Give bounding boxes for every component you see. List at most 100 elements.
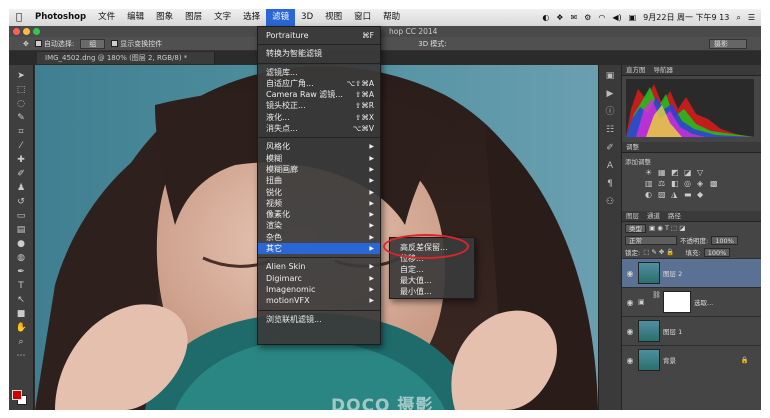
close-icon[interactable] (13, 28, 20, 35)
document-tab[interactable]: IMG_4502.dng @ 180% (图层 2, RGB/8) * (37, 52, 215, 64)
gradient-icon[interactable]: ▤ (16, 225, 27, 236)
eyedropper-icon[interactable]: ⁄ (16, 141, 27, 152)
menu-item-digimarc[interactable]: Digimarc ▶ (258, 273, 380, 284)
menu-image[interactable]: 图象 (150, 9, 179, 26)
zoom-icon[interactable] (33, 28, 40, 35)
tab-adjustments[interactable]: 调整 (626, 142, 639, 152)
eye-icon[interactable]: ◉ (622, 327, 638, 336)
menu-3d[interactable]: 3D (295, 9, 319, 26)
auto-select-label[interactable]: 自动选择: (34, 39, 74, 49)
move-tool-icon[interactable]: ✥ (23, 40, 29, 48)
menu-app[interactable]: Photoshop (29, 9, 92, 26)
menu-item-smart-filter[interactable]: 转换为智能滤镜 (258, 48, 380, 59)
transform-checkbox[interactable] (111, 40, 119, 47)
crop-icon[interactable]: ⌗ (16, 127, 27, 138)
menu-select[interactable]: 选择 (237, 9, 266, 26)
settings-icon[interactable]: ⚙ (584, 13, 591, 22)
transform-controls[interactable]: 显示变换控件 (111, 39, 162, 49)
minimize-icon[interactable] (23, 28, 30, 35)
menu-item-blur-gallery[interactable]: 模糊画廊 ▶ (258, 164, 380, 175)
path-select-icon[interactable]: ↖ (16, 295, 27, 306)
dropbox-icon[interactable]: ❖ (556, 13, 563, 22)
invert-icon[interactable]: ◐ (645, 191, 654, 199)
menu-edit[interactable]: 编辑 (121, 9, 150, 26)
tab-paths[interactable]: 路径 (668, 211, 681, 221)
menu-item-other[interactable]: 其它 ▶ (258, 243, 380, 255)
marquee-icon[interactable]: ⬚ (16, 85, 27, 96)
menu-item-render[interactable]: 渲染 ▶ (258, 220, 380, 231)
filter-icons[interactable]: ▣ ◉ T ⬚ ◪ (649, 224, 685, 232)
menu-item-filter-gallery[interactable]: 滤镜库... (258, 67, 380, 78)
menu-item-blur[interactable]: 模糊 ▶ (258, 153, 380, 164)
mail-icon[interactable]: ✉ (570, 13, 577, 22)
history-brush-icon[interactable]: ↺ (16, 197, 27, 208)
menu-item-vanishing-point[interactable]: 消失点... ⌥⌘V (258, 123, 380, 134)
brightness-icon[interactable]: ☀ (645, 169, 654, 177)
gradient-map-icon[interactable]: ▬ (684, 191, 693, 199)
zoom-tool-icon[interactable]: ⌕ (16, 337, 27, 348)
menu-item-imagenomic[interactable]: Imagenomic ▶ (258, 284, 380, 295)
menu-layer[interactable]: 图层 (179, 9, 208, 26)
submenu-item-custom[interactable]: 自定... (390, 264, 474, 275)
blur-icon[interactable]: ● (16, 239, 27, 250)
levels-icon[interactable]: ▦ (658, 169, 667, 177)
selective-color-icon[interactable]: ◆ (697, 191, 706, 199)
move-icon[interactable]: ➤ (16, 71, 27, 82)
foreground-color-swatch[interactable] (12, 390, 22, 400)
pen-icon[interactable]: ✒ (16, 267, 27, 278)
menu-item-noise[interactable]: 杂色 ▶ (258, 232, 380, 243)
eraser-icon[interactable]: ▭ (16, 211, 27, 222)
menu-item-browse-online[interactable]: 浏览联机滤镜... (258, 314, 380, 325)
color-lookup-icon[interactable]: ▩ (710, 180, 719, 188)
menu-type[interactable]: 文字 (208, 9, 237, 26)
tab-layers[interactable]: 图层 (626, 211, 639, 221)
tab-channels[interactable]: 通道 (647, 211, 660, 221)
menu-item-camera-raw[interactable]: Camera Raw 滤镜... ⇧⌘A (258, 89, 380, 100)
color-balance-icon[interactable]: ⚖ (658, 180, 667, 188)
clone-source-icon[interactable]: ⚇ (606, 197, 614, 207)
bw-icon[interactable]: ◧ (671, 180, 680, 188)
healing-icon[interactable]: ✚ (16, 155, 27, 166)
info-icon[interactable]: ⓘ (605, 107, 614, 117)
blend-mode-select[interactable]: 正常 (625, 235, 677, 245)
eye-icon[interactable]: ◉ (622, 298, 638, 307)
menu-item-video[interactable]: 视频 ▶ (258, 198, 380, 209)
wifi-icon[interactable]: ◠ (598, 13, 605, 22)
menu-view[interactable]: 视图 (319, 9, 348, 26)
hue-icon[interactable]: ▥ (645, 180, 654, 188)
menu-window[interactable]: 窗口 (348, 9, 377, 26)
layer-row[interactable]: ◉ 图层 2 (622, 258, 761, 287)
threshold-icon[interactable]: ◮ (671, 191, 680, 199)
clock[interactable]: 9月22日 周一 下午9 13 (643, 12, 729, 23)
menu-item-stylize[interactable]: 风格化 ▶ (258, 141, 380, 152)
menu-help[interactable]: 帮助 (377, 9, 406, 26)
link-icon[interactable]: ⛓ (652, 291, 661, 313)
tab-navigator[interactable]: 导航器 (654, 65, 674, 75)
menu-item-alien-skin[interactable]: Alien Skin ▶ (258, 261, 380, 272)
character-icon[interactable]: A (607, 161, 613, 171)
layer-row[interactable]: ◉ 图层 1 (622, 316, 761, 345)
photo-filter-icon[interactable]: ◎ (684, 180, 693, 188)
menu-filter[interactable]: 滤镜 (266, 9, 296, 26)
layer-row[interactable]: ◉ 背景 🔒 (622, 345, 761, 374)
dodge-icon[interactable]: ◍ (16, 253, 27, 264)
submenu-item-maximum[interactable]: 最大值... (390, 275, 474, 286)
history-icon[interactable]: ▣ (606, 71, 615, 81)
actions-icon[interactable]: ▶ (607, 89, 614, 99)
submenu-item-minimum[interactable]: 最小值... (390, 286, 474, 297)
menu-list-icon[interactable]: ☰ (748, 13, 755, 22)
lock-icons[interactable]: ⬚ ✎ ✥ 🔒 (643, 248, 674, 256)
vibrance-icon[interactable]: ▽ (697, 169, 706, 177)
shape-icon[interactable]: ■ (16, 309, 27, 320)
input-icon[interactable]: ▣ (629, 13, 637, 22)
lasso-icon[interactable]: ◌ (16, 99, 27, 110)
hand-icon[interactable]: ✋ (16, 323, 27, 334)
opacity-input[interactable]: 100% (711, 235, 738, 245)
layer-kind-select[interactable]: 类型 (625, 223, 646, 233)
eye-icon[interactable]: ◉ (622, 269, 638, 278)
quick-select-icon[interactable]: ✎ (16, 113, 27, 124)
status-icon[interactable]: ◐ (542, 13, 549, 22)
menu-item-pixelate[interactable]: 像素化 ▶ (258, 209, 380, 220)
stamp-icon[interactable]: ♟ (16, 183, 27, 194)
auto-select-dropdown[interactable]: 组 (80, 38, 106, 49)
